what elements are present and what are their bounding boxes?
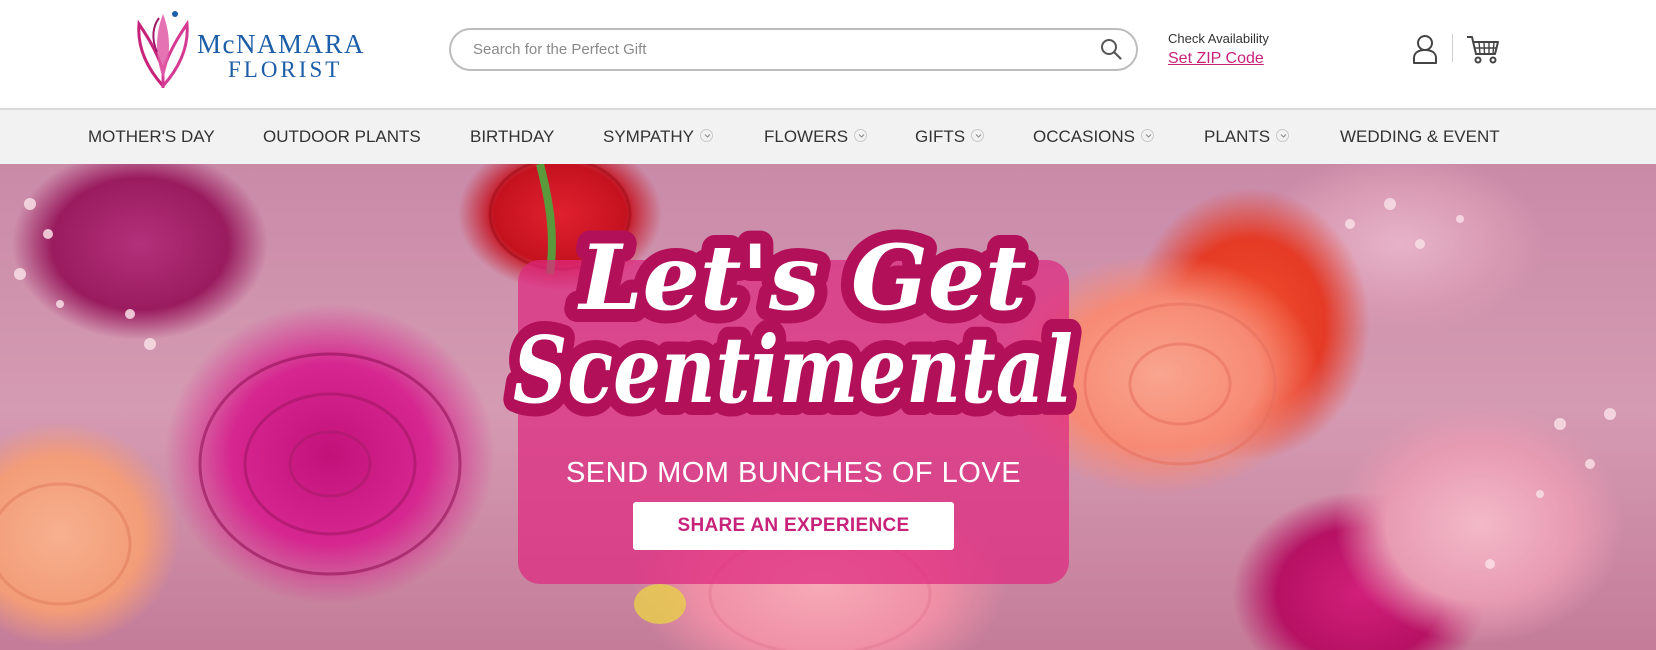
nav-item-sympathy[interactable]: SYMPATHY [603,110,713,164]
logo-florist: FLORIST [228,57,343,82]
logo-mc: Mc [197,29,236,59]
zip-availability: Check Availability Set ZIP Code [1168,31,1269,69]
nav-item-gifts[interactable]: GIFTS [915,110,985,164]
nav-item-outdoor-plants[interactable]: OUTDOOR PLANTS [263,110,421,164]
nav-item-birthday[interactable]: BIRTHDAY [470,110,554,164]
set-zip-code-link[interactable]: Set ZIP Code [1168,49,1264,69]
nav-item-wedding-event[interactable]: WEDDING & EVENT [1340,110,1500,164]
nav-item-label: MOTHER'S DAY [88,127,215,146]
nav-item-label: FLOWERS [764,127,849,146]
site-header: McNAMARA FLORIST Check Availability Set … [0,0,1656,110]
check-availability-label: Check Availability [1168,31,1269,46]
tulip-logo-icon [137,11,189,88]
search-bar [449,28,1138,71]
nav-item-occasions[interactable]: OCCASIONS [1033,110,1155,164]
hero-banner[interactable]: Let's Get Let's Get Scentimental Scentim… [0,164,1656,650]
chevron-down-icon [1276,129,1290,143]
header-divider [1452,34,1453,62]
logo[interactable]: McNAMARA FLORIST [133,8,373,88]
nav-item-flowers[interactable]: FLOWERS [764,110,868,164]
user-icon[interactable] [1412,34,1438,64]
logo-namara: NAMARA [236,29,366,59]
nav-item-mothers-day[interactable]: MOTHER'S DAY [88,110,215,164]
chevron-down-icon [1141,129,1155,143]
search-input[interactable] [473,30,1073,69]
nav-item-plants[interactable]: PLANTS [1204,110,1290,164]
nav-item-label: BIRTHDAY [470,127,555,146]
hero-subheadline: SEND MOM BUNCHES OF LOVE [565,457,1022,489]
nav-item-label: OUTDOOR PLANTS [263,127,421,146]
share-experience-button[interactable]: SHARE AN EXPERIENCE [633,502,954,550]
headline-line2: Scentimental [513,316,1073,424]
search-icon[interactable] [1100,38,1122,60]
nav-item-label: SYMPATHY [603,127,694,146]
nav-item-label: WEDDING & EVENT [1340,127,1500,146]
main-nav: MOTHER'S DAY OUTDOOR PLANTS BIRTHDAY SYM… [0,110,1656,164]
logo-wordmark: McNAMARA FLORIST [197,30,365,82]
chevron-down-icon [854,129,868,143]
nav-item-label: OCCASIONS [1033,127,1136,146]
chevron-down-icon [700,129,713,143]
cart-icon[interactable] [1466,34,1500,64]
nav-item-label: GIFTS [915,127,966,146]
chevron-down-icon [971,129,985,143]
hero-headline: Let's Get Let's Get Scentimental Scentim… [500,212,1086,437]
nav-item-label: PLANTS [1204,127,1271,146]
